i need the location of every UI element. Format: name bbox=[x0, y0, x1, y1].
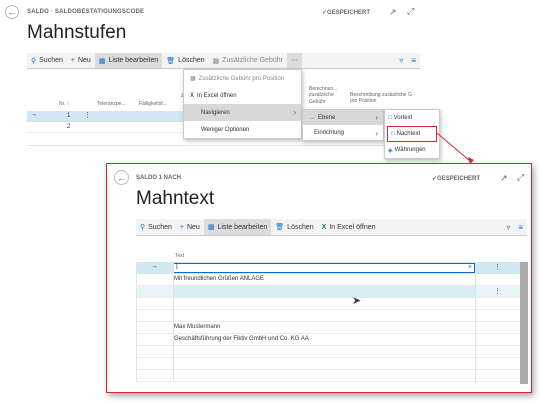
table-row[interactable] bbox=[136, 370, 520, 382]
table-row[interactable]: Max Mustermann bbox=[136, 322, 520, 334]
row-text: Geschäftsführung der Fiktiv GmbH und Co.… bbox=[174, 336, 309, 342]
page-title: Mahntext bbox=[136, 188, 215, 209]
clear-input-icon[interactable]: × bbox=[468, 264, 472, 271]
row-selected-arrow-icon: → bbox=[151, 263, 158, 270]
text-cursor: | bbox=[176, 263, 178, 270]
mouse-pointer-icon: ➤ bbox=[352, 295, 362, 307]
table-row[interactable]: Geschäftsführung der Fiktiv GmbH und Co.… bbox=[136, 334, 520, 346]
filter-icon[interactable]: ▿ bbox=[502, 219, 514, 235]
table-row[interactable] bbox=[136, 346, 520, 358]
vertical-scrollbar[interactable] bbox=[520, 262, 528, 384]
table-row[interactable]: ⋮ bbox=[136, 286, 520, 298]
edit-list-icon: ▦ bbox=[207, 224, 215, 231]
saved-status: ✓GESPEICHERT bbox=[432, 176, 481, 182]
row-text: Mit freundlichen Grüßen ANLAGE bbox=[174, 276, 265, 282]
trash-icon: 🗑 bbox=[275, 224, 285, 231]
table-row[interactable] bbox=[136, 298, 520, 310]
row-text: Max Mustermann bbox=[174, 324, 221, 330]
column-divider bbox=[136, 262, 137, 382]
expand-icon[interactable]: ⤢ bbox=[517, 172, 524, 183]
table-row[interactable]: Mit freundlichen Grüßen ANLAGE bbox=[136, 274, 520, 286]
open-new-window-icon[interactable]: ↗ bbox=[500, 173, 508, 184]
plus-icon: + bbox=[179, 223, 184, 231]
search-button[interactable]: ⚲ Suchen bbox=[136, 219, 176, 235]
row-menu-icon[interactable]: ⋮ bbox=[494, 263, 501, 271]
text-table: → | × ⋮ Mit freundlichen Grüßen ANLAGE ⋮ … bbox=[136, 262, 520, 384]
excel-icon: X bbox=[321, 223, 327, 231]
back-button[interactable]: ← bbox=[114, 170, 129, 185]
table-row[interactable] bbox=[136, 310, 520, 322]
mahntext-page: ← SALDO 1 NACH ✓GESPEICHERT ↗ ⤢ Mahntext… bbox=[106, 163, 532, 393]
column-divider bbox=[173, 262, 174, 382]
row-menu-icon[interactable]: ⋮ bbox=[494, 287, 501, 295]
new-button[interactable]: + Neu bbox=[176, 219, 204, 235]
breadcrumb: SALDO 1 NACH bbox=[136, 175, 182, 181]
table-row[interactable]: → | × ⋮ bbox=[136, 262, 520, 274]
search-icon: ⚲ bbox=[140, 224, 146, 231]
delete-button[interactable]: 🗑 Löschen bbox=[271, 219, 317, 235]
text-input[interactable]: | × bbox=[173, 263, 475, 273]
open-excel-button[interactable]: X In Excel öffnen bbox=[318, 219, 380, 235]
table-row[interactable] bbox=[136, 358, 520, 370]
edit-list-button[interactable]: ▦ Liste bearbeiten bbox=[203, 219, 272, 235]
column-divider bbox=[475, 262, 476, 382]
list-view-icon[interactable]: ≡ bbox=[514, 219, 527, 235]
action-bar: ⚲ Suchen + Neu ▦ Liste bearbeiten 🗑 Löschen … bbox=[136, 219, 527, 236]
column-header-text[interactable]: Text bbox=[175, 253, 184, 259]
